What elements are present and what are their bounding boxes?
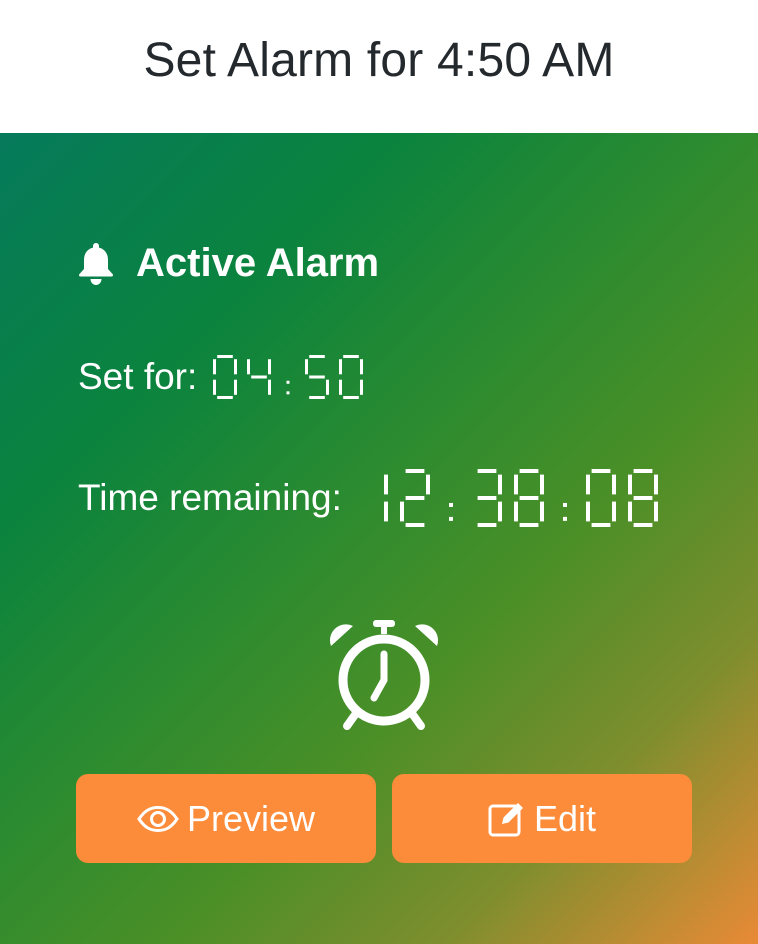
alarm-heading-row: Active Alarm [78,241,379,286]
lcd-digit [585,469,616,527]
lcd-colon [562,502,567,521]
time-remaining-countdown [358,469,658,527]
set-for-label: Set for: [78,356,198,397]
eye-icon [137,805,179,832]
alarm-heading: Active Alarm [136,241,380,285]
lcd-digit [399,469,430,527]
page-header: Set Alarm for 4:50 AM [0,0,758,133]
time-remaining-row: Time remaining: [78,469,658,527]
set-for-time [213,355,364,399]
lcd-digit [513,469,544,527]
preview-button[interactable]: Preview [76,774,376,863]
lcd-digit [477,469,502,527]
lcd-digit [305,355,330,399]
bell-icon [78,242,114,285]
lcd-digit [247,359,272,395]
preview-button-label: Preview [186,797,316,839]
edit-button[interactable]: Edit [392,774,692,863]
lcd-colon [286,380,290,395]
lcd-digit [627,469,658,527]
lcd-digit [383,474,388,522]
lcd-digit [213,355,238,399]
lcd-digit [339,355,364,399]
page-title: Set Alarm for 4:50 AM [143,34,615,87]
active-alarm-panel: Active Alarm Set for: Time remaining: Pr… [0,133,758,944]
edit-icon [488,802,523,836]
time-remaining-label: Time remaining: [78,477,342,518]
lcd-colon [448,502,453,521]
edit-button-label: Edit [533,797,597,839]
alarm-clock-icon [329,620,439,730]
set-for-row: Set for: [78,355,364,399]
